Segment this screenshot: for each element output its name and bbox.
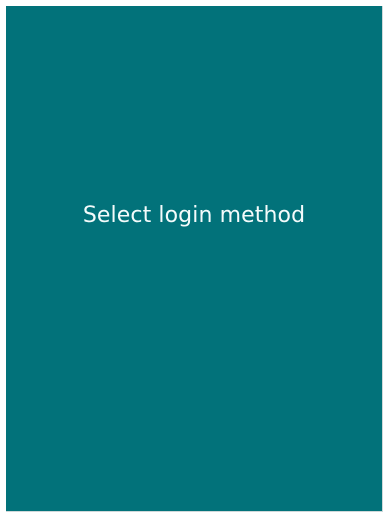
login-method-panel: Select login method — [6, 6, 382, 511]
page-title: Select login method — [82, 203, 306, 228]
panel-right-border — [382, 6, 383, 511]
panel-bottom-border — [6, 511, 383, 512]
